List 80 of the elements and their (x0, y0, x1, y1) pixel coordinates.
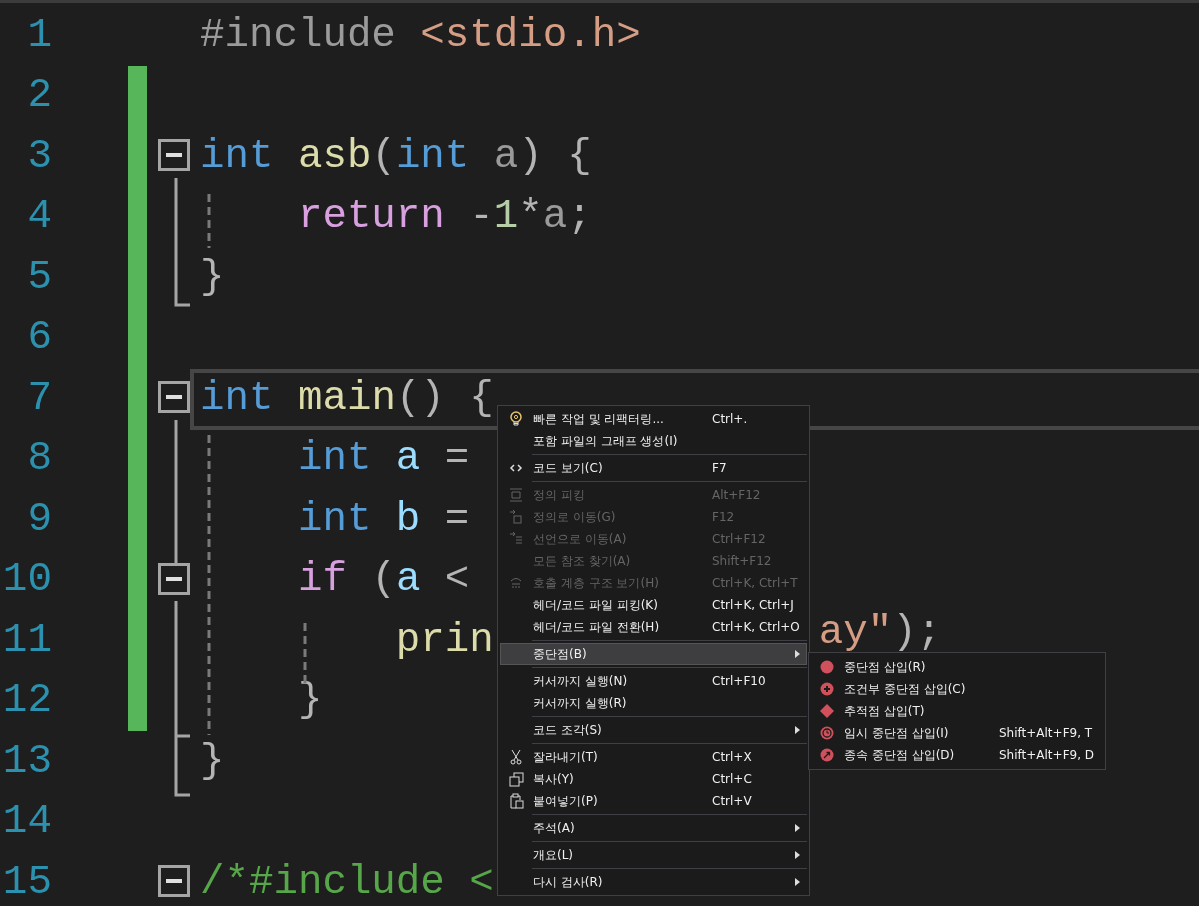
paste-icon (508, 793, 524, 809)
shortcut-text: Alt+F12 (712, 487, 761, 504)
peek-icon (509, 488, 523, 502)
shortcut-text: Ctrl+F12 (712, 531, 766, 548)
line-number: 1 (26, 14, 52, 56)
code-line: int a = (296, 438, 470, 480)
code-line: /*#include < (200, 861, 494, 903)
collapse-icon[interactable] (158, 562, 190, 595)
menu-item[interactable]: 임시 중단점 삽입(I) Shift+Alt+F9, T (811, 722, 1103, 744)
conditional-breakpoint-icon (820, 682, 834, 696)
menu-item[interactable]: 커서까지 실행(R) (500, 692, 807, 714)
hierarchy-icon (509, 576, 523, 590)
menu-item[interactable]: 붙여넣기(P) Ctrl+V (500, 790, 807, 812)
line-number: 12 (1, 680, 52, 722)
shortcut-text: Ctrl+V (712, 793, 752, 810)
menu-item[interactable]: 다시 검사(R) (500, 871, 807, 893)
menu-item[interactable]: 종속 중단점 삽입(D) Shift+Alt+F9, D (811, 744, 1103, 766)
line-number: 11 (1, 619, 52, 661)
line-number: 9 (26, 498, 52, 540)
code-line: } (200, 256, 225, 298)
collapse-icon[interactable] (158, 381, 190, 413)
shortcut-text: Shift+Alt+F9, D (999, 747, 1095, 764)
shortcut-text: Ctrl+. (712, 411, 748, 428)
menu-item[interactable]: 코드 보기(C) F7 (500, 457, 807, 479)
code-line: } (296, 680, 323, 722)
menu-item[interactable]: 조건부 중단점 삽입(C) (811, 678, 1103, 700)
dependent-breakpoint-icon (820, 748, 834, 762)
code-line: } (200, 740, 225, 782)
shortcut-text: Shift+F12 (712, 553, 772, 570)
lightbulb-icon (509, 411, 523, 427)
line-number: 8 (26, 438, 52, 480)
menu-item[interactable]: 빠른 작업 및 리팩터링... Ctrl+. (500, 408, 807, 430)
line-number: 2 (26, 75, 52, 117)
code-line: return -1*a; (296, 196, 592, 238)
code-line: int main() { (200, 377, 494, 419)
menu-item[interactable]: 중단점 삽입(R) (811, 656, 1103, 678)
menu-item[interactable]: 코드 조각(S) (500, 719, 807, 741)
goto-list-icon (509, 532, 523, 546)
line-number: 6 (26, 317, 52, 359)
menu-item[interactable]: 포함 파일의 그래프 생성(I) (500, 430, 807, 452)
line-number: 15 (1, 861, 52, 903)
menu-item[interactable]: 잘라내기(T) Ctrl+X (500, 746, 807, 768)
line-number: 14 (1, 801, 52, 843)
shortcut-text: F12 (712, 509, 735, 526)
code-line: prin (394, 619, 494, 661)
line-number: 3 (26, 135, 52, 177)
shortcut-text: F7 (712, 460, 727, 477)
collapse-icon[interactable] (158, 865, 190, 897)
code-line: int asb(int a) { (200, 135, 592, 177)
copy-icon (508, 771, 524, 787)
shortcut-text: Ctrl+K, Ctrl+O (712, 619, 800, 636)
code-icon (509, 463, 523, 473)
breakpoint-icon (820, 660, 834, 674)
code-line: if (a < (296, 559, 470, 601)
tracepoint-icon (820, 704, 834, 718)
shortcut-text: Ctrl+X (712, 749, 752, 766)
clock-icon (820, 726, 834, 740)
menu-item[interactable]: 주석(A) (500, 817, 807, 839)
line-number: 10 (1, 559, 52, 601)
code-line: int b = (296, 498, 470, 540)
menu-item[interactable]: 개요(L) (500, 844, 807, 866)
menu-item[interactable]: 중단점(B) (500, 643, 807, 665)
shortcut-text: Ctrl+K, Ctrl+J (712, 597, 794, 614)
menu-item[interactable]: 커서까지 실행(N) Ctrl+F10 (500, 670, 807, 692)
line-number: 4 (26, 196, 52, 238)
shortcut-text: Ctrl+K, Ctrl+T (712, 575, 798, 592)
shortcut-text: Shift+Alt+F9, T (999, 725, 1093, 742)
goto-icon (509, 510, 523, 524)
scissors-icon (510, 749, 522, 765)
collapse-icon[interactable] (158, 139, 190, 171)
menu-item[interactable]: 헤더/코드 파일 전환(H) Ctrl+K, Ctrl+O (500, 616, 807, 638)
code-line: #include <stdio.h> (200, 14, 641, 56)
line-number: 7 (26, 377, 52, 419)
menu-item[interactable]: 추적점 삽입(T) (811, 700, 1103, 722)
menu-item[interactable]: 복사(Y) Ctrl+C (500, 768, 807, 790)
menu-item[interactable]: 헤더/코드 파일 피킹(K) Ctrl+K, Ctrl+J (500, 594, 807, 616)
shortcut-text: Ctrl+F10 (712, 673, 766, 690)
line-number: 13 (1, 740, 52, 782)
shortcut-text: Ctrl+C (712, 771, 752, 788)
line-number: 5 (26, 256, 52, 298)
